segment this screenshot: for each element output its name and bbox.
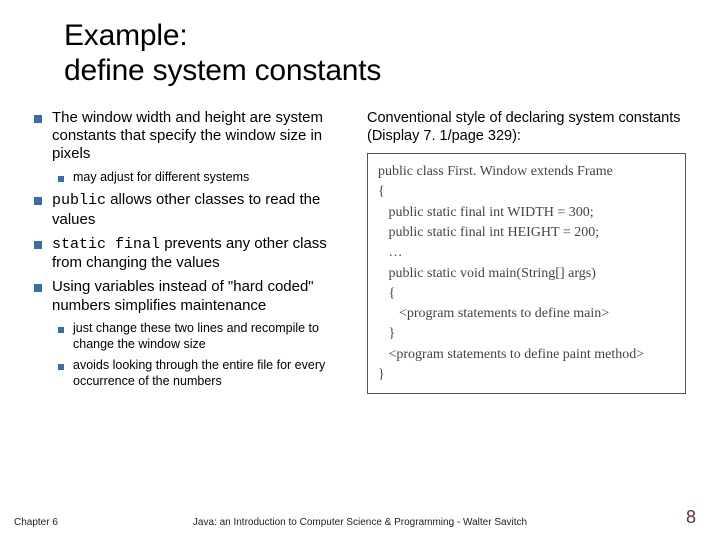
title-line-1: Example:	[64, 18, 686, 53]
code-line: {	[378, 182, 675, 202]
right-column: Conventional style of declaring system c…	[367, 109, 686, 396]
bullet-text: public allows other classes to read the …	[52, 191, 353, 229]
bullet-icon	[34, 241, 42, 249]
code-line: public static final int WIDTH = 300;	[378, 203, 675, 223]
bullet-text: Using variables instead of "hard coded" …	[52, 278, 353, 315]
code-line: {	[378, 284, 675, 304]
left-column: The window width and height are system c…	[34, 109, 353, 396]
title-line-2: define system constants	[64, 53, 686, 88]
bullet-text: avoids looking through the entire file f…	[73, 358, 353, 389]
list-item: public allows other classes to read the …	[34, 191, 353, 229]
code-line: }	[378, 365, 675, 385]
code-line: public class First. Window extends Frame	[378, 162, 675, 182]
code-line: <program statements to define paint meth…	[378, 345, 675, 365]
code-keyword: public	[52, 192, 106, 209]
code-keyword: static final	[52, 236, 160, 253]
code-line: …	[378, 243, 675, 263]
right-intro-text: Conventional style of declaring system c…	[367, 109, 686, 145]
bullet-text: static final prevents any other class fr…	[52, 235, 353, 273]
code-line: }	[378, 324, 675, 344]
bullet-text: The window width and height are system c…	[52, 109, 353, 164]
content-columns: The window width and height are system c…	[34, 109, 686, 396]
bullet-text: just change these two lines and recompil…	[73, 321, 353, 352]
list-item: may adjust for different systems	[58, 170, 353, 186]
list-item: Using variables instead of "hard coded" …	[34, 278, 353, 315]
list-item: static final prevents any other class fr…	[34, 235, 353, 273]
slide: Example: define system constants The win…	[0, 0, 720, 540]
footer: Chapter 6 Java: an Introduction to Compu…	[0, 507, 720, 528]
list-item: just change these two lines and recompil…	[58, 321, 353, 352]
bullet-icon	[34, 284, 42, 292]
chapter-label: Chapter 6	[14, 517, 58, 528]
bullet-text: may adjust for different systems	[73, 170, 353, 186]
bullet-icon	[58, 176, 64, 182]
list-item: The window width and height are system c…	[34, 109, 353, 164]
code-line: public static void main(String[] args)	[378, 264, 675, 284]
bullet-icon	[58, 364, 64, 370]
list-item: avoids looking through the entire file f…	[58, 358, 353, 389]
bullet-icon	[34, 197, 42, 205]
code-line: <program statements to define main>	[378, 304, 675, 324]
code-box: public class First. Window extends Frame…	[367, 153, 686, 394]
footer-center-text: Java: an Introduction to Computer Scienc…	[0, 517, 720, 528]
code-line: public static final int HEIGHT = 200;	[378, 223, 675, 243]
bullet-icon	[58, 327, 64, 333]
slide-title: Example: define system constants	[64, 18, 686, 89]
bullet-icon	[34, 115, 42, 123]
page-number: 8	[686, 507, 696, 528]
